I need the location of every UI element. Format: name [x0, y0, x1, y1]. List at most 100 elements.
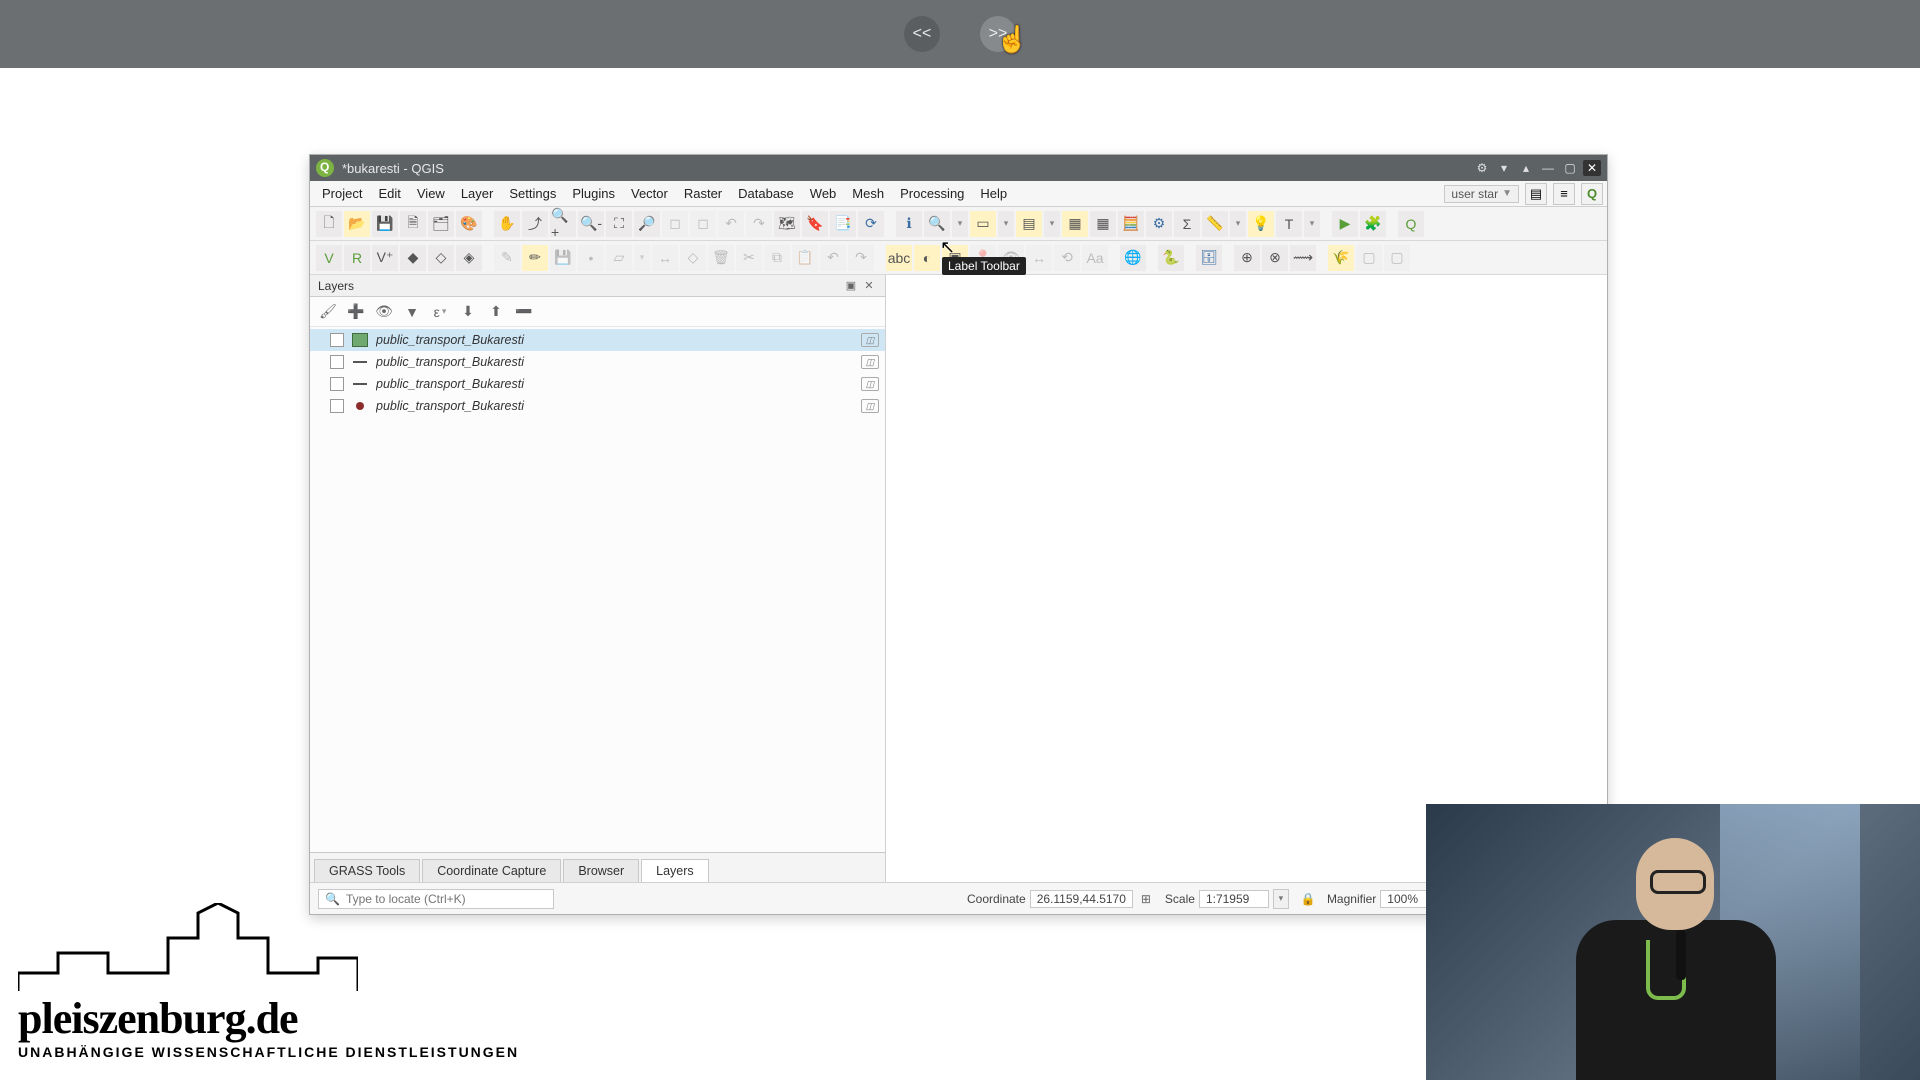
next-slide-button[interactable]: >> — [980, 16, 1016, 52]
window-minimize-button[interactable]: — — [1539, 160, 1557, 176]
paste-features-icon[interactable]: 📋 — [792, 245, 818, 271]
menu-help[interactable]: Help — [972, 186, 1015, 201]
identify-dd-icon[interactable]: ▾ — [952, 211, 968, 237]
tab-browser[interactable]: Browser — [563, 859, 639, 882]
layer-item[interactable]: public_transport_Bukaresti ◫ — [310, 373, 885, 395]
qgis-home-button[interactable]: Q — [1581, 183, 1603, 205]
remove-layer-button[interactable]: ➖ — [512, 300, 536, 324]
menu-database[interactable]: Database — [730, 186, 802, 201]
open-project-icon[interactable]: 📂 — [344, 211, 370, 237]
snap-icon[interactable]: ⊕ — [1234, 245, 1260, 271]
menu-mesh[interactable]: Mesh — [844, 186, 892, 201]
new-map-view-icon[interactable]: 🗺 — [774, 211, 800, 237]
toggle-extents-icon[interactable]: ⊞ — [1137, 890, 1155, 908]
menu-plugins[interactable]: Plugins — [564, 186, 623, 201]
window-rollup-button[interactable]: ▴ — [1517, 160, 1535, 176]
plugin-icon[interactable]: 🧩 — [1360, 211, 1386, 237]
deselect-icon[interactable]: ▦ — [1062, 211, 1088, 237]
add-group-button[interactable]: ➕ — [344, 300, 368, 324]
field-calc-icon[interactable]: 🧮 — [1118, 211, 1144, 237]
snap-options-icon[interactable]: ⊗ — [1262, 245, 1288, 271]
zoom-last-icon[interactable]: ↶ — [718, 211, 744, 237]
new-print-layout-icon[interactable]: 🗎 — [400, 211, 426, 237]
style-manager-icon[interactable]: 🎨 — [456, 211, 482, 237]
redo-icon[interactable]: ↷ — [848, 245, 874, 271]
zoom-in-icon[interactable]: 🔍+ — [550, 211, 576, 237]
label-diagram-icon[interactable]: ◐ — [914, 245, 940, 271]
quick-search-icon[interactable]: Q — [1398, 211, 1424, 237]
identify-icon[interactable]: ℹ — [896, 211, 922, 237]
zoom-selection-icon[interactable]: 🔎 — [634, 211, 660, 237]
toggle-editing-icon[interactable]: ✏ — [522, 245, 548, 271]
copy-features-icon[interactable]: ⧉ — [764, 245, 790, 271]
toolbar-button-a[interactable]: ▤ — [1525, 183, 1547, 205]
pan-icon[interactable]: ✋ — [494, 211, 520, 237]
add-polygon-icon[interactable]: ▱ — [606, 245, 632, 271]
window-maximize-button[interactable]: ▢ — [1561, 160, 1579, 176]
menu-vector[interactable]: Vector — [623, 186, 676, 201]
lock-scale-icon[interactable]: 🔒 — [1299, 890, 1317, 908]
layer-item[interactable]: public_transport_Bukaresti ◫ — [310, 351, 885, 373]
digitize-dd-icon[interactable]: ▾ — [634, 245, 650, 271]
layer-visibility-checkbox[interactable] — [330, 333, 344, 347]
label-move-icon[interactable]: ↔ — [1026, 245, 1052, 271]
toolbar-button-b[interactable]: ≡ — [1553, 183, 1575, 205]
menu-view[interactable]: View — [409, 186, 453, 201]
manage-visibility-button[interactable]: 👁 — [372, 300, 396, 324]
refresh-icon[interactable]: ⟳ — [858, 211, 884, 237]
layer-style-button[interactable]: 🖌 — [316, 300, 340, 324]
undo-icon[interactable]: ↶ — [820, 245, 846, 271]
save-project-icon[interactable]: 💾 — [372, 211, 398, 237]
window-shade-button[interactable]: ▾ — [1495, 160, 1513, 176]
map-tips-icon[interactable]: 💡 — [1248, 211, 1274, 237]
statistics-icon[interactable]: Σ — [1174, 211, 1200, 237]
panel-float-button[interactable]: ▣ — [843, 278, 859, 294]
current-edits-icon[interactable]: ✎ — [494, 245, 520, 271]
label-rotate-icon[interactable]: ⟲ — [1054, 245, 1080, 271]
menu-processing[interactable]: Processing — [892, 186, 972, 201]
cut-features-icon[interactable]: ✂ — [736, 245, 762, 271]
show-bookmarks-icon[interactable]: 📑 — [830, 211, 856, 237]
menu-web[interactable]: Web — [802, 186, 845, 201]
tab-grass-tools[interactable]: GRASS Tools — [314, 859, 420, 882]
python-console-icon[interactable]: ▶ — [1332, 211, 1358, 237]
window-close-button[interactable]: ✕ — [1583, 160, 1601, 176]
expand-all-button[interactable]: ⬇ — [456, 300, 480, 324]
filter-expression-button[interactable]: ε — [428, 300, 452, 324]
tab-coordinate-capture[interactable]: Coordinate Capture — [422, 859, 561, 882]
vertex-tool-icon[interactable]: ◇ — [680, 245, 706, 271]
layer-item[interactable]: public_transport_Bukaresti ◫ — [310, 329, 885, 351]
select-features-icon[interactable]: ▭ — [970, 211, 996, 237]
new-virtual-layer-icon[interactable]: ◈ — [456, 245, 482, 271]
trace-icon[interactable]: ⟿ — [1290, 245, 1316, 271]
layer-visibility-checkbox[interactable] — [330, 399, 344, 413]
annotation-icon[interactable]: T — [1276, 211, 1302, 237]
open-table-icon[interactable]: ▦ — [1090, 211, 1116, 237]
window-settings-button[interactable]: ⚙ — [1473, 160, 1491, 176]
save-edits-icon[interactable]: 💾 — [550, 245, 576, 271]
new-bookmarks-icon[interactable]: 🔖 — [802, 211, 828, 237]
measure-dd-icon[interactable]: ▾ — [1230, 211, 1246, 237]
new-vector-layer-icon[interactable]: V⁺ — [372, 245, 398, 271]
layer-visibility-checkbox[interactable] — [330, 355, 344, 369]
zoom-layer-icon[interactable]: ◻ — [662, 211, 688, 237]
label-layer-icon[interactable]: abc — [886, 245, 912, 271]
zoom-next-icon[interactable]: ↷ — [746, 211, 772, 237]
grass-tools-icon[interactable]: 🌾 — [1328, 245, 1354, 271]
menu-project[interactable]: Project — [314, 186, 370, 201]
scale-dropdown[interactable]: ▾ — [1273, 889, 1289, 909]
user-profile-dropdown[interactable]: user star ▼ — [1444, 185, 1519, 203]
menu-edit[interactable]: Edit — [370, 186, 408, 201]
add-feature-icon[interactable]: • — [578, 245, 604, 271]
layer-item[interactable]: public_transport_Bukaresti ◫ — [310, 395, 885, 417]
new-geopackage-icon[interactable]: ◆ — [400, 245, 426, 271]
collapse-all-button[interactable]: ⬆ — [484, 300, 508, 324]
menu-layer[interactable]: Layer — [453, 186, 502, 201]
osm-download-icon[interactable]: 🌐 — [1120, 245, 1146, 271]
grass-region-icon[interactable]: ▢ — [1356, 245, 1382, 271]
new-project-icon[interactable]: 🗋 — [316, 211, 342, 237]
toolbox-icon[interactable]: ⚙ — [1146, 211, 1172, 237]
new-memory-layer-icon[interactable]: ◇ — [428, 245, 454, 271]
map-canvas[interactable] — [886, 275, 1607, 882]
add-vector-layer-icon[interactable]: V — [316, 245, 342, 271]
